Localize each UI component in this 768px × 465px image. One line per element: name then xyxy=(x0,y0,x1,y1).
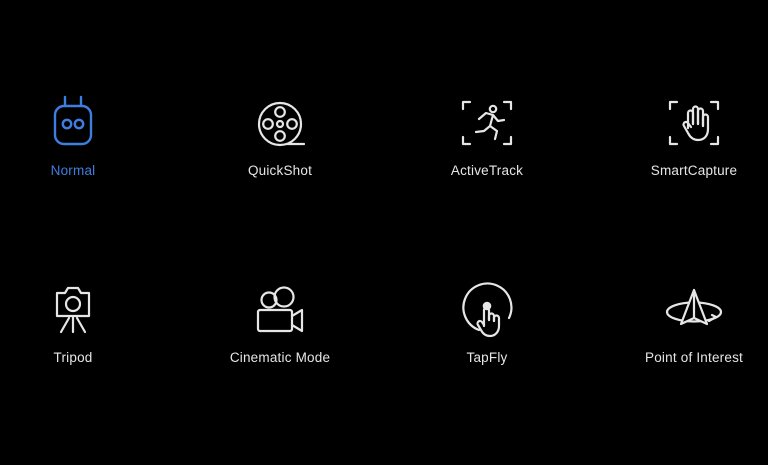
mode-tapfly[interactable]: TapFly xyxy=(402,280,572,390)
remote-controller-icon xyxy=(43,93,103,153)
mode-label-quickshot: QuickShot xyxy=(247,163,313,178)
mode-activetrack[interactable]: ActiveTrack xyxy=(402,93,572,203)
camera-tripod-icon xyxy=(43,280,103,340)
tap-finger-icon xyxy=(457,280,517,340)
flight-mode-screen: Normal QuickShot ActiveTrack SmartCaptur… xyxy=(0,0,768,465)
orbit-arrow-icon xyxy=(664,280,724,340)
mode-quickshot[interactable]: QuickShot xyxy=(195,93,365,203)
mode-normal[interactable]: Normal xyxy=(0,93,158,203)
mode-label-normal: Normal xyxy=(50,163,96,178)
running-person-frame-icon xyxy=(457,93,517,153)
mode-smartcapture[interactable]: SmartCapture xyxy=(609,93,768,203)
mode-tripod[interactable]: Tripod xyxy=(0,280,158,390)
mode-label-tapfly: TapFly xyxy=(466,350,508,365)
mode-label-tripod: Tripod xyxy=(53,350,93,365)
mode-cinematic[interactable]: Cinematic Mode xyxy=(195,280,365,390)
hand-frame-icon xyxy=(664,93,724,153)
film-reel-icon xyxy=(250,93,310,153)
mode-label-point-of-interest: Point of Interest xyxy=(645,350,743,365)
mode-label-activetrack: ActiveTrack xyxy=(450,163,524,178)
mode-label-cinematic: Cinematic Mode xyxy=(229,350,331,365)
movie-camera-icon xyxy=(250,280,310,340)
mode-label-smartcapture: SmartCapture xyxy=(650,163,738,178)
mode-point-of-interest[interactable]: Point of Interest xyxy=(609,280,768,390)
